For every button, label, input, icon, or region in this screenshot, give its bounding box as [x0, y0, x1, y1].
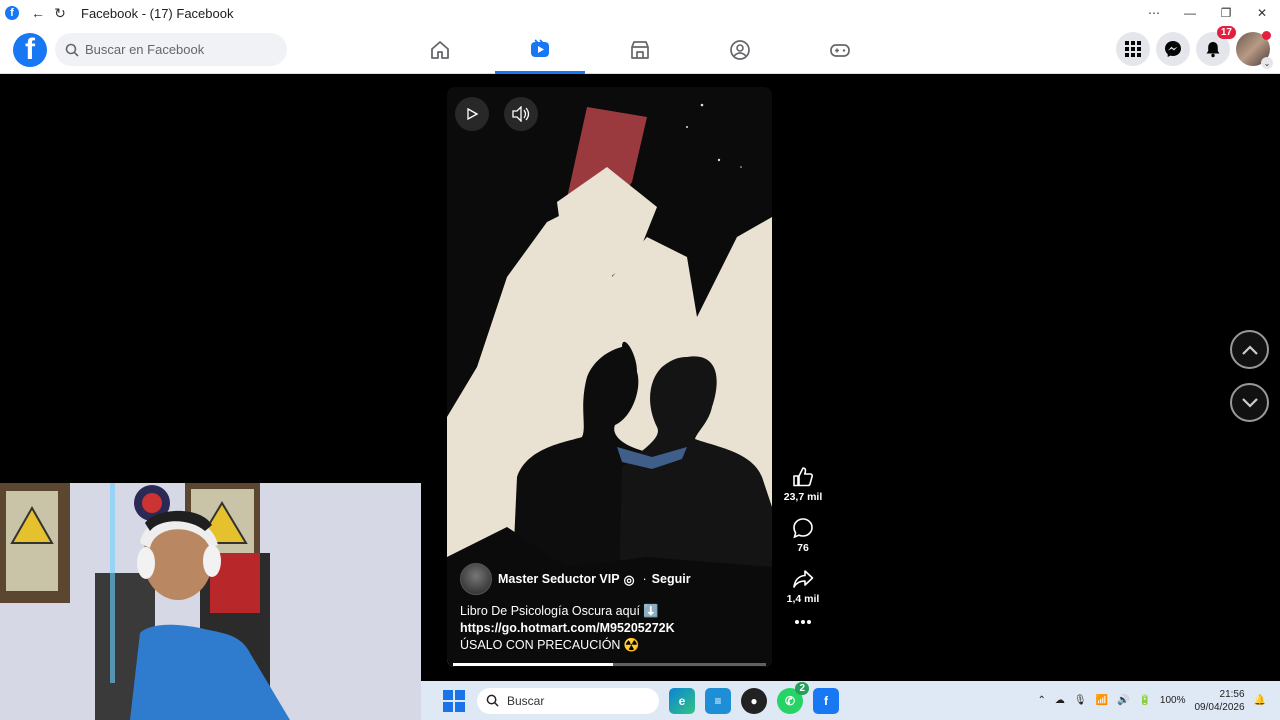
search-icon [65, 43, 79, 57]
search-input[interactable]: Buscar en Facebook [55, 33, 287, 66]
caption-line-3: ÚSALO CON PRECAUCIÓN ☢️ [460, 638, 640, 652]
separator-dot: · [642, 572, 647, 586]
verified-icon: ◎ [623, 572, 635, 587]
search-icon [486, 694, 499, 707]
groups-icon [730, 40, 750, 60]
taskbar-clock[interactable]: 21:56 09/04/2026 [1194, 688, 1244, 714]
chevron-up-tray-icon[interactable]: ⌃ [1037, 695, 1045, 706]
volume-button[interactable] [504, 97, 538, 131]
notifications-button[interactable]: 17 [1196, 26, 1236, 66]
obs-studio-icon[interactable]: ● [741, 687, 767, 714]
cloud-icon[interactable]: ☁ [1055, 695, 1065, 706]
home-icon [431, 41, 449, 59]
next-reel-button[interactable] [1230, 383, 1269, 422]
caption-line-1: Libro De Psicología Oscura aquí ⬇️ [460, 604, 659, 618]
tab-home[interactable] [395, 26, 485, 74]
close-button[interactable]: ✕ [1244, 0, 1280, 26]
profile-avatar[interactable]: ⌄ [1236, 31, 1273, 69]
facebook-logo-icon[interactable]: f [13, 33, 47, 67]
maximize-button[interactable]: ❐ [1208, 0, 1244, 26]
whatsapp-icon[interactable]: ✆ 2 [777, 681, 809, 714]
volume-icon[interactable]: 🔊 [1117, 695, 1129, 706]
chevron-down-icon: ⌄ [1261, 57, 1273, 69]
facebook-taskbar-icon[interactable]: f [813, 687, 839, 714]
webcam-overlay [0, 483, 421, 720]
caption-link[interactable]: https://go.hotmart.com/M95205272K [460, 620, 675, 637]
window-title: Facebook - (17) Facebook [81, 5, 234, 21]
clock-date: 09/04/2026 [1194, 701, 1245, 713]
video-progress-fill [453, 663, 613, 666]
webcam-scene [0, 483, 421, 720]
notifications-badge: 17 [1216, 26, 1236, 39]
comment-icon [793, 518, 813, 539]
like-button[interactable]: 23,7 mil [783, 466, 823, 503]
facebook-navbar: f Buscar en Facebook 17 ⌄ [0, 26, 1280, 74]
share-button[interactable]: 1,4 mil [786, 568, 820, 605]
windows-taskbar: Buscar e ≡ ● ✆ 2 f ⌃ ☁ 🎙 📶 🔊 🔋 100% 21:5… [421, 681, 1280, 720]
speaker-icon [512, 106, 530, 122]
search-placeholder: Buscar en Facebook [85, 42, 205, 57]
comment-button[interactable]: 76 [792, 517, 814, 554]
more-dots-icon [795, 620, 811, 624]
facebook-favicon-icon: f [5, 6, 19, 20]
author-name[interactable]: Master Seductor VIP [498, 572, 620, 586]
grid-menu-icon [1125, 41, 1141, 57]
reel-video[interactable]: Master Seductor VIP ◎ · Seguir Libro De … [447, 87, 772, 667]
marketplace-icon [631, 41, 649, 59]
messenger-button[interactable] [1156, 32, 1190, 66]
windows-start-icon[interactable] [443, 689, 465, 712]
taskbar-search-label: Buscar [507, 693, 545, 708]
battery-icon[interactable]: 🔋 [1138, 695, 1150, 706]
tab-groups[interactable] [695, 26, 785, 74]
reel-author-row: Master Seductor VIP ◎ · Seguir [460, 563, 691, 595]
notification-bell-icon[interactable]: 🔔 [1254, 695, 1266, 706]
menu-button[interactable] [1116, 32, 1150, 66]
tab-gaming[interactable] [795, 26, 885, 74]
chevron-down-icon [1241, 397, 1258, 408]
avatar-alert-dot [1262, 31, 1271, 40]
comment-count: 76 [797, 542, 809, 554]
notepad-icon[interactable]: ≡ [705, 687, 731, 714]
clock-time: 21:56 [1219, 688, 1245, 700]
play-icon [467, 108, 478, 120]
video-progress-bar[interactable] [453, 663, 766, 666]
taskbar-search[interactable]: Buscar [477, 687, 659, 714]
tab-video[interactable] [495, 26, 585, 74]
video-icon [531, 38, 549, 57]
share-count: 1,4 mil [786, 593, 820, 605]
more-menu-icon[interactable]: ⋯ [1136, 0, 1172, 26]
wifi-icon[interactable]: 📶 [1096, 695, 1108, 706]
tab-marketplace[interactable] [595, 26, 685, 74]
gaming-icon [830, 44, 850, 57]
edge-browser-icon[interactable]: e [669, 687, 695, 714]
browser-titlebar: f ← ↻ Facebook - (17) Facebook ⋯ — ❐ ✕ [0, 0, 1280, 26]
thumbs-up-icon [793, 467, 814, 487]
author-avatar[interactable] [460, 563, 492, 595]
battery-percent: 100% [1159, 695, 1186, 706]
reload-icon[interactable]: ↻ [49, 2, 71, 24]
more-options-button[interactable] [794, 619, 812, 625]
like-count: 23,7 mil [783, 491, 823, 503]
follow-button[interactable]: Seguir [652, 572, 691, 586]
whatsapp-badge: 2 [795, 681, 809, 695]
share-icon [793, 570, 814, 588]
previous-reel-button[interactable] [1230, 330, 1269, 369]
bell-icon [1206, 42, 1220, 58]
microphone-icon[interactable]: 🎙 [1074, 695, 1087, 706]
minimize-button[interactable]: — [1172, 0, 1208, 26]
reel-actions: 23,7 mil 76 1,4 mil [780, 466, 826, 639]
reel-caption: Libro De Psicología Oscura aquí ⬇️ https… [460, 603, 675, 654]
play-button[interactable] [455, 97, 489, 131]
back-arrow-icon[interactable]: ← [27, 2, 49, 24]
messenger-icon [1165, 41, 1181, 57]
system-tray: ⌃ ☁ 🎙 📶 🔊 🔋 100% 21:56 09/04/2026 🔔 [1037, 681, 1266, 720]
chevron-up-icon [1241, 344, 1258, 355]
